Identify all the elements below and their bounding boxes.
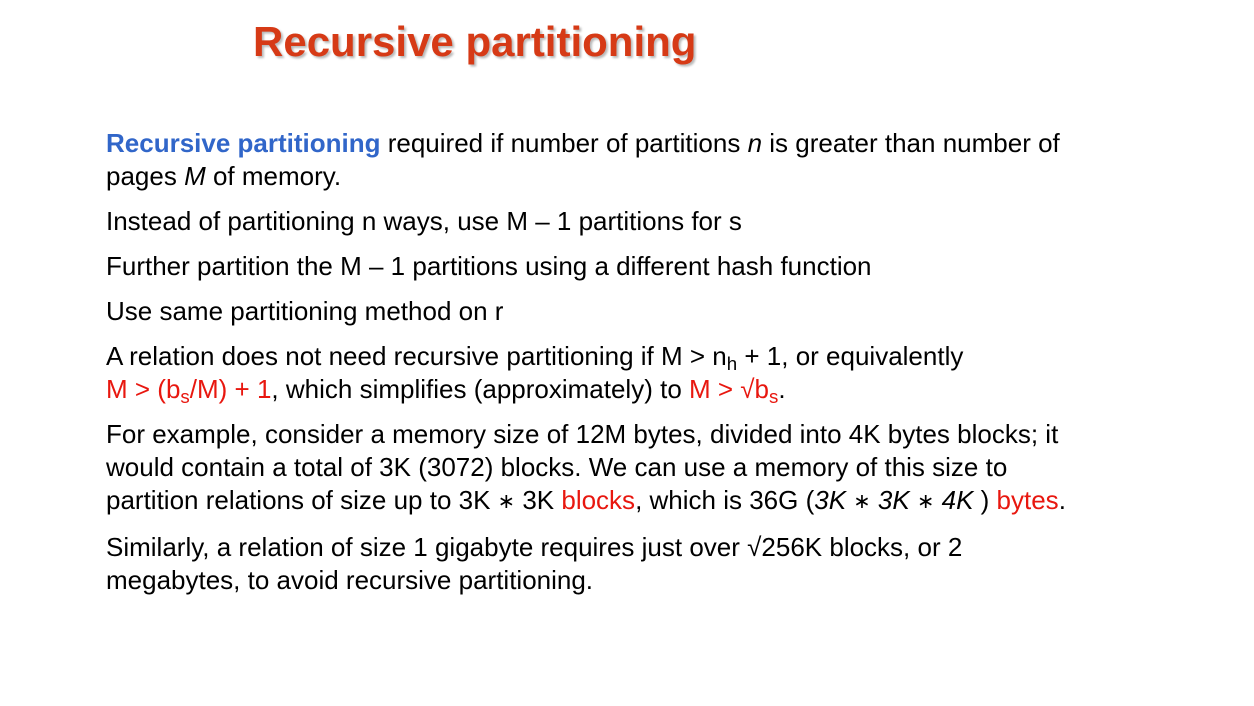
subscript-s: s	[769, 386, 779, 408]
text: of memory.	[205, 161, 342, 191]
highlight-blocks: blocks	[561, 485, 636, 515]
text: required if number of partitions	[380, 128, 748, 158]
text: .	[1058, 485, 1066, 515]
text: 4K	[934, 485, 974, 515]
paragraph-condition: A relation does not need recursive parti…	[106, 340, 1066, 406]
italic-expression: 3K ∗ 3K ∗ 4K	[814, 485, 973, 515]
paragraph-further-partition: Further partition the M – 1 partitions u…	[106, 251, 872, 281]
paragraph-same-method: Use same partitioning method on r	[106, 296, 504, 326]
text: /M) + 1	[189, 374, 272, 404]
text: )	[973, 485, 997, 515]
italic-m: M	[184, 161, 206, 191]
slide-body: Recursive partitioning required if numbe…	[106, 127, 1066, 609]
text: M > √b	[689, 374, 770, 404]
paragraph-instead-partitioning: Instead of partitioning n ways, use M – …	[106, 206, 742, 236]
italic-n: n	[747, 128, 763, 158]
text: A relation does not need recursive parti…	[106, 341, 727, 371]
text: , which is 36G (	[635, 485, 815, 515]
slide-title: Recursive partitioning	[253, 18, 697, 65]
subscript-h: h	[726, 353, 738, 375]
paragraph-example: For example, consider a memory size of 1…	[106, 418, 1066, 519]
highlight-bytes: bytes	[996, 485, 1059, 515]
text: M > (b	[106, 374, 181, 404]
text: 3K	[814, 485, 854, 515]
operator-asterisk: ∗	[853, 490, 871, 513]
formula-red-1: M > (bs/M) + 1	[106, 374, 272, 408]
text: , which simplifies (approximately) to	[271, 374, 689, 404]
text: .	[778, 374, 786, 404]
formula-red-2: M > √bs	[689, 374, 779, 408]
highlight-term: Recursive partitioning	[106, 128, 381, 158]
subscript-s: s	[180, 386, 190, 408]
paragraph-similarly: Similarly, a relation of size 1 gigabyte…	[106, 532, 963, 595]
text: + 1, or equivalently	[737, 341, 964, 371]
paragraph-recursive-requirement: Recursive partitioning required if numbe…	[106, 127, 1066, 193]
operator-asterisk: ∗	[497, 490, 516, 513]
operator-asterisk: ∗	[916, 490, 935, 513]
text: 3K	[515, 485, 562, 515]
text: 3K	[870, 485, 917, 515]
